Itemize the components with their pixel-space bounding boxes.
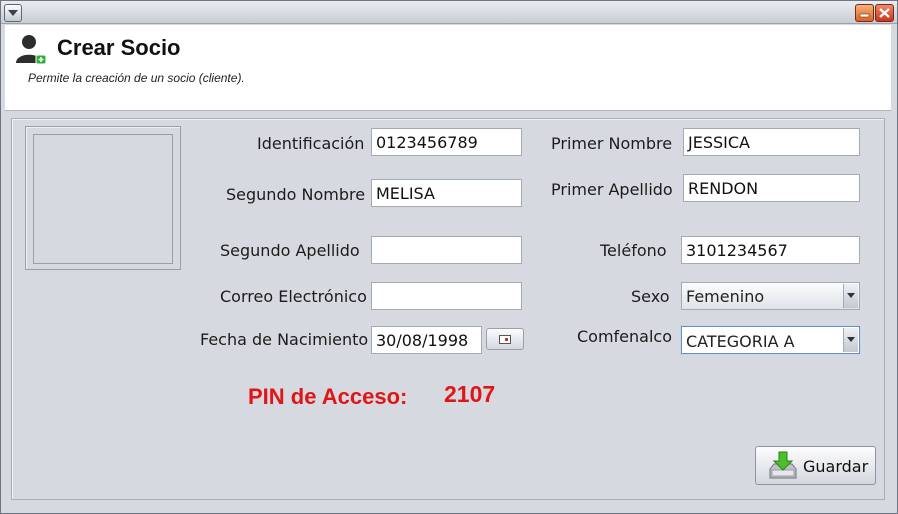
primer-nombre-field[interactable]: JESSICA <box>683 128 860 156</box>
minimize-button[interactable] <box>855 4 874 22</box>
window-menu-button[interactable] <box>4 4 22 22</box>
primer-nombre-label: Primer Nombre <box>551 134 673 153</box>
page-subtitle: Permite la creación de un socio (cliente… <box>28 71 245 85</box>
sexo-selected-value: Femenino <box>686 287 765 306</box>
calendar-icon <box>499 335 511 344</box>
sexo-label: Sexo <box>631 287 670 306</box>
add-user-icon <box>16 35 47 65</box>
chevron-down-icon <box>8 10 18 16</box>
fecha-nacimiento-label: Fecha de Nacimiento <box>200 330 369 349</box>
comfenalco-select[interactable]: CATEGORIA A <box>681 326 860 354</box>
telefono-label: Teléfono <box>600 241 667 260</box>
page-title: Crear Socio <box>57 35 181 60</box>
save-button[interactable]: Guardar <box>755 446 876 485</box>
dialog-window: Crear Socio Permite la creación de un so… <box>0 0 898 514</box>
close-icon <box>879 8 890 18</box>
correo-label: Correo Electrónico <box>220 287 367 306</box>
primer-apellido-label: Primer Apellido <box>551 180 673 199</box>
segundo-nombre-label: Segundo Nombre <box>226 185 366 204</box>
minimize-icon <box>859 13 870 18</box>
save-button-label: Guardar <box>803 457 869 476</box>
fecha-nacimiento-field[interactable]: 30/08/1998 <box>371 326 482 354</box>
pin-label: PIN de Acceso: <box>248 384 408 409</box>
photo-frame <box>25 126 181 270</box>
identificacion-label: Identificación <box>257 134 365 153</box>
correo-field[interactable] <box>371 282 522 310</box>
chevron-down-icon <box>847 293 855 298</box>
comfenalco-dropdown-button[interactable] <box>843 328 858 352</box>
save-download-icon <box>769 451 797 479</box>
close-button[interactable] <box>875 4 894 22</box>
photo-placeholder[interactable] <box>33 134 173 264</box>
sexo-dropdown-button[interactable] <box>843 284 858 308</box>
segundo-nombre-field[interactable]: MELISA <box>371 179 522 207</box>
telefono-field[interactable]: 3101234567 <box>681 236 860 264</box>
comfenalco-label: Comfenalco <box>577 327 672 346</box>
chevron-down-icon <box>847 337 855 342</box>
identificacion-field[interactable]: 0123456789 <box>371 128 522 156</box>
pin-value: 2107 <box>444 381 496 407</box>
calendar-button[interactable] <box>486 328 524 350</box>
segundo-apellido-field[interactable] <box>371 236 522 264</box>
comfenalco-selected-value: CATEGORIA A <box>686 332 795 351</box>
primer-apellido-field[interactable]: RENDON <box>683 174 860 202</box>
title-bar <box>1 1 897 24</box>
sexo-select[interactable]: Femenino <box>681 282 860 310</box>
segundo-apellido-label: Segundo Apellido <box>220 241 360 260</box>
header-banner: Crear Socio Permite la creación de un so… <box>5 25 891 111</box>
